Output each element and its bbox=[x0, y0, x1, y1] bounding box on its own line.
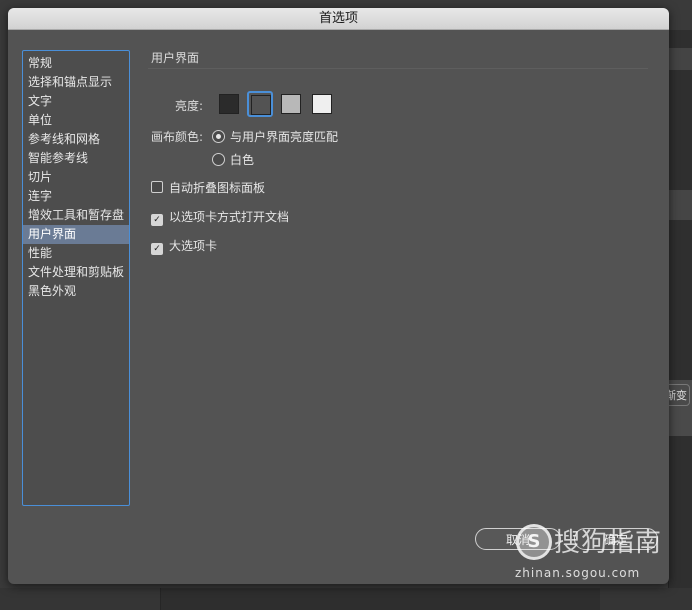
brightness-label: 亮度: bbox=[175, 99, 204, 113]
sogou-logo-icon: S bbox=[516, 524, 552, 560]
background-bottom-block bbox=[0, 588, 161, 610]
brightness-swatch-light[interactable] bbox=[309, 91, 335, 117]
brightness-swatch-medium-light[interactable] bbox=[278, 91, 304, 117]
checkbox-unchecked[interactable] bbox=[151, 181, 163, 193]
swatch-fill bbox=[251, 95, 271, 115]
category-item-performance[interactable]: 性能 bbox=[23, 244, 129, 263]
category-item-units[interactable]: 单位 bbox=[23, 111, 129, 130]
category-item-plugins-scratch-disks[interactable]: 增效工具和暂存盘 bbox=[23, 206, 129, 225]
radio-match-ui-brightness[interactable]: 与用户界面亮度匹配 bbox=[212, 128, 338, 146]
checkmark-icon[interactable]: ✓ bbox=[151, 214, 163, 226]
swatch-fill bbox=[281, 94, 301, 114]
checkbox-label: 大选项卡 bbox=[169, 239, 218, 253]
checkmark-icon[interactable]: ✓ bbox=[151, 243, 163, 255]
radio-white[interactable]: 白色 bbox=[212, 151, 254, 169]
radio-label: 白色 bbox=[230, 153, 255, 167]
category-item-guides-grid[interactable]: 参考线和网格 bbox=[23, 130, 129, 149]
dialog-title: 首选项 bbox=[8, 8, 669, 30]
settings-panel: 用户界面 亮度: 画布颜色: 与用户界面亮度匹配 白色 自动折叠图标面板 ✓ 以选… bbox=[148, 48, 648, 255]
checkbox-large-tabs[interactable]: ✓ 大选项卡 bbox=[151, 237, 217, 255]
category-list[interactable]: 常规 选择和锚点显示 文字 单位 参考线和网格 智能参考线 切片 连字 增效工具… bbox=[22, 50, 130, 506]
category-item-slices[interactable]: 切片 bbox=[23, 168, 129, 187]
brightness-swatch-medium-dark[interactable] bbox=[247, 91, 273, 117]
background-panel-strip bbox=[669, 190, 692, 220]
section-title: 用户界面 bbox=[148, 48, 648, 69]
canvas-color-label: 画布颜色: bbox=[151, 130, 204, 144]
swatch-fill bbox=[219, 94, 239, 114]
checkbox-label: 自动折叠图标面板 bbox=[169, 181, 266, 195]
checkbox-open-documents-as-tabs[interactable]: ✓ 以选项卡方式打开文档 bbox=[151, 208, 289, 226]
category-item-file-handling-clipboard[interactable]: 文件处理和剪贴板 bbox=[23, 263, 129, 282]
background-right-panel bbox=[668, 30, 692, 610]
checkbox-label: 以选项卡方式打开文档 bbox=[169, 210, 290, 224]
category-item-selection-anchor-display[interactable]: 选择和锚点显示 bbox=[23, 73, 129, 92]
background-panel-strip bbox=[669, 48, 692, 70]
preferences-dialog: 首选项 常规 选择和锚点显示 文字 单位 参考线和网格 智能参考线 切片 连字 … bbox=[8, 8, 669, 584]
swatch-fill bbox=[312, 94, 332, 114]
watermark-url: zhinan.sogou.com bbox=[515, 566, 641, 580]
watermark-brand: 搜狗指南 bbox=[554, 528, 663, 558]
category-item-general[interactable]: 常规 bbox=[23, 54, 129, 73]
radio-button-off[interactable] bbox=[212, 153, 225, 166]
category-item-smart-guides[interactable]: 智能参考线 bbox=[23, 149, 129, 168]
category-item-user-interface[interactable]: 用户界面 bbox=[23, 225, 129, 244]
category-item-appearance-of-black[interactable]: 黑色外观 bbox=[23, 282, 129, 301]
brightness-swatch-dark[interactable] bbox=[216, 91, 242, 117]
radio-button-on[interactable] bbox=[212, 130, 225, 143]
checkbox-auto-collapse-icon-panels[interactable]: 自动折叠图标面板 bbox=[151, 179, 265, 197]
category-item-hyphenation[interactable]: 连字 bbox=[23, 187, 129, 206]
radio-label: 与用户界面亮度匹配 bbox=[230, 130, 339, 144]
background-bottom-block bbox=[600, 588, 692, 610]
background-bottom-bar bbox=[0, 588, 692, 610]
category-item-type[interactable]: 文字 bbox=[23, 92, 129, 111]
